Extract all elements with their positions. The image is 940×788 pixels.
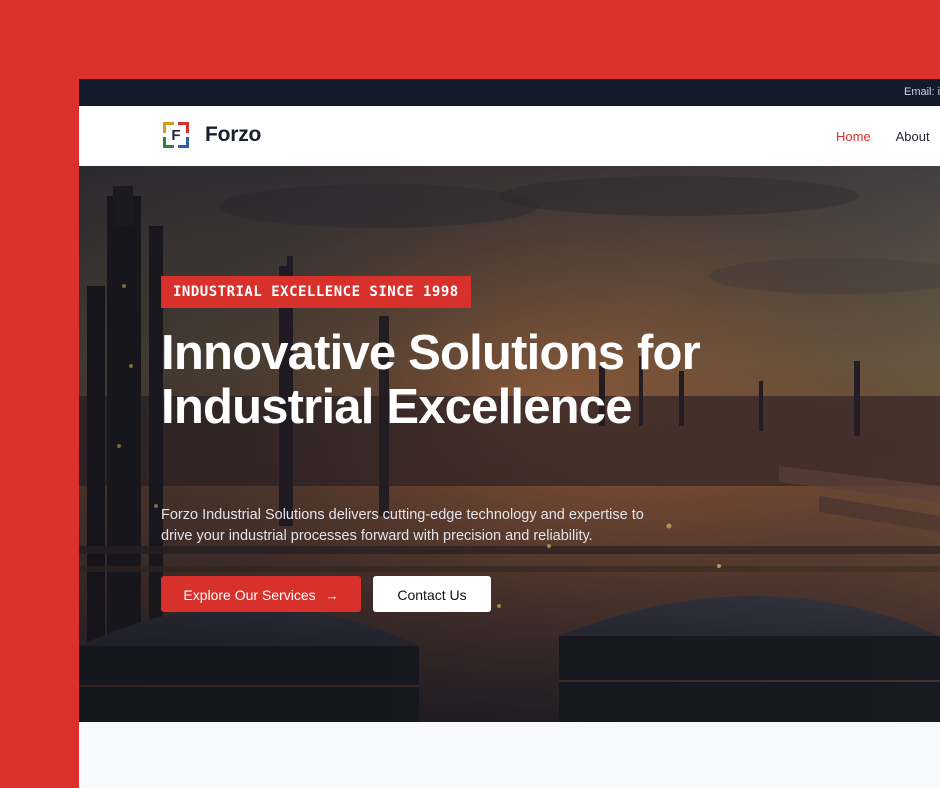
logo-icon[interactable]: F (161, 120, 191, 150)
nav-link-about[interactable]: About (896, 129, 930, 144)
brand-name[interactable]: Forzo (205, 123, 261, 147)
email-contact[interactable]: Email: i (904, 86, 940, 98)
next-section (79, 722, 940, 788)
contact-us-button[interactable]: Contact Us (373, 576, 491, 612)
nav-menu: Home About (836, 129, 940, 144)
browser-window: Email: i F Forzo Home About INDUSTRIAL E… (79, 79, 940, 788)
hero-subtitle: Forzo Industrial Solutions delivers cutt… (161, 507, 644, 544)
logo-letter: F (171, 126, 181, 144)
top-info-bar: Email: i (79, 79, 940, 106)
arrow-right-icon: → (325, 588, 339, 603)
hero-section: INDUSTRIAL EXCELLENCE SINCE 1998 Innovat… (79, 166, 940, 722)
hero-overlay (79, 166, 940, 722)
nav-link-home[interactable]: Home (836, 129, 871, 144)
explore-services-label: Explore Our Services (183, 587, 316, 603)
explore-services-button[interactable]: Explore Our Services → (161, 576, 361, 612)
hero-headline: Innovative Solutions for Industrial Exce… (161, 326, 701, 434)
navbar: F Forzo Home About (79, 106, 940, 166)
hero-badge: INDUSTRIAL EXCELLENCE SINCE 1998 (161, 276, 471, 308)
